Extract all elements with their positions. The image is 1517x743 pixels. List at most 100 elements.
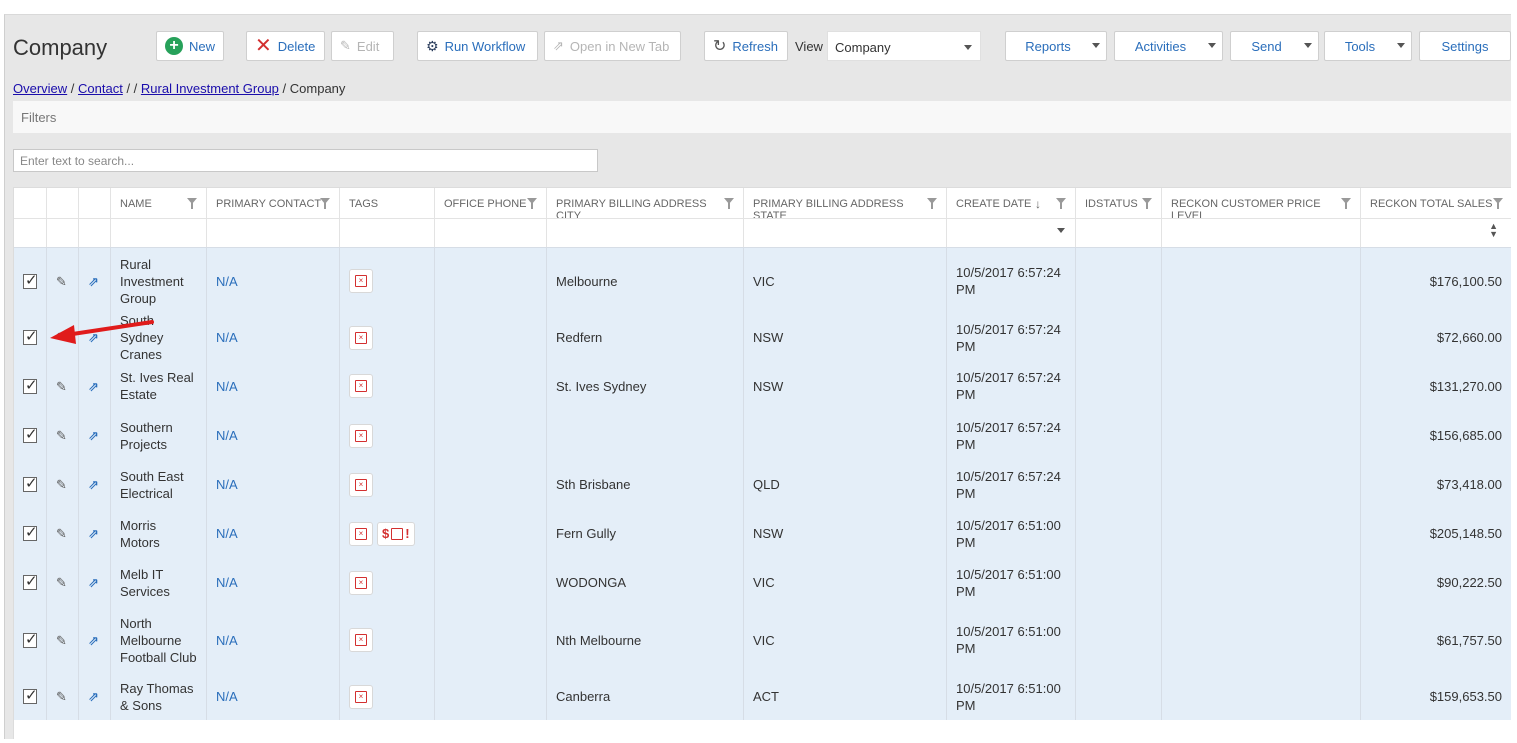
external-link-icon[interactable]: ⇗ xyxy=(88,574,99,591)
pencil-icon[interactable]: ✎ xyxy=(56,688,67,705)
pencil-icon[interactable]: ✎ xyxy=(56,378,67,395)
filter-icon[interactable] xyxy=(1341,198,1351,209)
tag-badge[interactable]: × xyxy=(349,374,373,398)
row-edit-cell[interactable]: ✎ xyxy=(47,607,79,673)
tag-badge[interactable]: × xyxy=(349,423,373,448)
cell-primary-contact[interactable]: N/A xyxy=(207,509,340,558)
cell-primary-contact[interactable]: N/A xyxy=(207,361,340,411)
pencil-icon[interactable]: ✎ xyxy=(56,574,67,591)
row-checkbox[interactable] xyxy=(23,328,38,345)
cell-primary-contact[interactable]: N/A xyxy=(207,460,340,509)
tag-badge-multi[interactable]: $! xyxy=(377,521,415,546)
filter-icon[interactable] xyxy=(187,198,197,209)
external-link-icon[interactable]: ⇗ xyxy=(88,378,99,395)
filter-icon[interactable] xyxy=(927,198,937,209)
row-edit-cell[interactable]: ✎ xyxy=(47,248,79,314)
row-checkbox[interactable] xyxy=(23,524,38,541)
table-row[interactable]: ✎⇗South Sydney CranesN/A×RedfernNSW10/5/… xyxy=(14,313,1511,362)
row-checkbox[interactable] xyxy=(23,377,38,394)
primary-contact-link[interactable]: N/A xyxy=(216,427,238,444)
activities-dropdown[interactable]: Activities xyxy=(1114,31,1223,61)
spinner-icon[interactable]: ▲ ▼ xyxy=(1489,222,1498,239)
primary-contact-link[interactable]: N/A xyxy=(216,329,238,346)
filters-bar[interactable]: Filters xyxy=(13,101,1511,133)
primary-contact-link[interactable]: N/A xyxy=(216,688,238,705)
view-select[interactable]: Company xyxy=(827,31,981,61)
open-new-tab-button[interactable]: ⇗ Open in New Tab xyxy=(544,31,681,61)
primary-contact-link[interactable]: N/A xyxy=(216,273,238,290)
row-checkbox[interactable] xyxy=(23,272,38,289)
row-checkbox[interactable] xyxy=(23,475,38,492)
search-input[interactable]: Enter text to search... xyxy=(13,149,598,172)
breadcrumb-group[interactable]: Rural Investment Group xyxy=(141,81,279,96)
filter-icon[interactable] xyxy=(1056,198,1066,209)
row-checkbox[interactable] xyxy=(23,631,38,648)
tools-dropdown[interactable]: Tools xyxy=(1324,31,1412,61)
row-checkbox[interactable] xyxy=(23,426,38,443)
tag-badge[interactable]: × xyxy=(349,325,373,350)
row-select-cell[interactable] xyxy=(14,314,47,361)
reports-dropdown[interactable]: Reports xyxy=(1005,31,1107,61)
run-workflow-button[interactable]: ⚙ Run Workflow xyxy=(417,31,538,61)
primary-contact-link[interactable]: N/A xyxy=(216,574,238,591)
filter-icon[interactable] xyxy=(1142,198,1152,209)
table-row[interactable]: ✎ ⇗ Melb IT Services N/A × WODONGA VIC 10/5/201… xyxy=(14,558,1511,607)
refresh-button[interactable]: ↻ Refresh xyxy=(704,31,788,61)
cell-primary-contact[interactable]: N/A xyxy=(207,411,340,460)
row-checkbox[interactable] xyxy=(23,573,38,590)
table-row[interactable]: ✎ ⇗ South East Electrical N/A × Sth Brisbane Q… xyxy=(14,460,1511,509)
external-link-icon[interactable]: ⇗ xyxy=(88,525,99,542)
external-link-icon[interactable]: ⇗ xyxy=(88,688,99,705)
cell-primary-contact[interactable]: N/A xyxy=(207,248,340,314)
pencil-icon[interactable]: ✎ xyxy=(56,476,67,493)
row-open-cell[interactable]: ⇗ xyxy=(79,460,111,509)
new-button[interactable]: + New xyxy=(156,31,224,61)
breadcrumb-overview[interactable]: Overview xyxy=(13,81,67,96)
row-open-cell[interactable]: ⇗ xyxy=(79,361,111,411)
row-select-cell[interactable] xyxy=(14,673,47,720)
row-open-cell[interactable]: ⇗ xyxy=(79,248,111,314)
row-open-cell[interactable]: ⇗ xyxy=(79,673,111,720)
row-edit-cell[interactable]: ✎ xyxy=(47,673,79,720)
pencil-icon[interactable]: ✎ xyxy=(56,525,67,542)
row-open-cell[interactable]: ⇗ xyxy=(79,411,111,460)
cell-primary-contact[interactable]: N/A xyxy=(207,607,340,673)
pencil-icon[interactable]: ✎ xyxy=(56,632,67,649)
sort-desc-icon[interactable]: ↓ xyxy=(1035,197,1041,211)
pencil-icon[interactable]: ✎ xyxy=(56,273,67,290)
settings-button[interactable]: Settings xyxy=(1419,31,1511,61)
cell-primary-contact[interactable]: N/A xyxy=(207,558,340,607)
row-select-cell[interactable] xyxy=(14,248,47,314)
filter-icon[interactable] xyxy=(320,198,330,209)
row-select-cell[interactable] xyxy=(14,607,47,673)
primary-contact-link[interactable]: N/A xyxy=(216,476,238,493)
table-row[interactable]: ✎ ⇗ Rural Investment Group N/A × Melbourne VIC… xyxy=(14,248,1511,314)
table-row[interactable]: ✎ ⇗ St. Ives Real Estate N/A × St. Ives Sydne… xyxy=(14,361,1511,411)
row-select-cell[interactable] xyxy=(14,361,47,411)
external-link-icon[interactable]: ⇗ xyxy=(88,273,99,290)
row-open-cell[interactable]: ⇗ xyxy=(79,607,111,673)
row-open-cell[interactable]: ⇗ xyxy=(79,509,111,558)
row-edit-cell[interactable]: ✎ xyxy=(47,361,79,411)
send-dropdown[interactable]: Send xyxy=(1230,31,1319,61)
chevron-down-icon[interactable] xyxy=(1057,228,1065,233)
delete-button[interactable]: ✕ Delete xyxy=(246,31,325,61)
filter-icon[interactable] xyxy=(527,198,537,209)
row-open-cell[interactable]: ⇗ xyxy=(79,558,111,607)
tag-badge[interactable]: × xyxy=(349,472,373,497)
row-select-cell[interactable] xyxy=(14,460,47,509)
edit-button[interactable]: ✎ Edit xyxy=(331,31,394,61)
row-edit-cell[interactable]: ✎ xyxy=(47,558,79,607)
filter-icon[interactable] xyxy=(1493,198,1503,209)
table-row[interactable]: ✎ ⇗ Ray Thomas & Sons N/A × Canberra ACT 10/5/2… xyxy=(14,673,1511,720)
primary-contact-link[interactable]: N/A xyxy=(216,525,238,542)
filter-icon[interactable] xyxy=(724,198,734,209)
row-checkbox[interactable] xyxy=(23,687,38,704)
row-select-cell[interactable] xyxy=(14,558,47,607)
primary-contact-link[interactable]: N/A xyxy=(216,378,238,395)
table-row[interactable]: ✎ ⇗ Morris Motors N/A × $! Fern Gully NSW 10/5/2… xyxy=(14,509,1511,558)
tag-badge[interactable]: × xyxy=(349,570,373,595)
tag-badge[interactable]: × xyxy=(349,628,373,652)
external-link-icon[interactable]: ⇗ xyxy=(88,632,99,649)
breadcrumb-contact[interactable]: Contact xyxy=(78,81,123,96)
